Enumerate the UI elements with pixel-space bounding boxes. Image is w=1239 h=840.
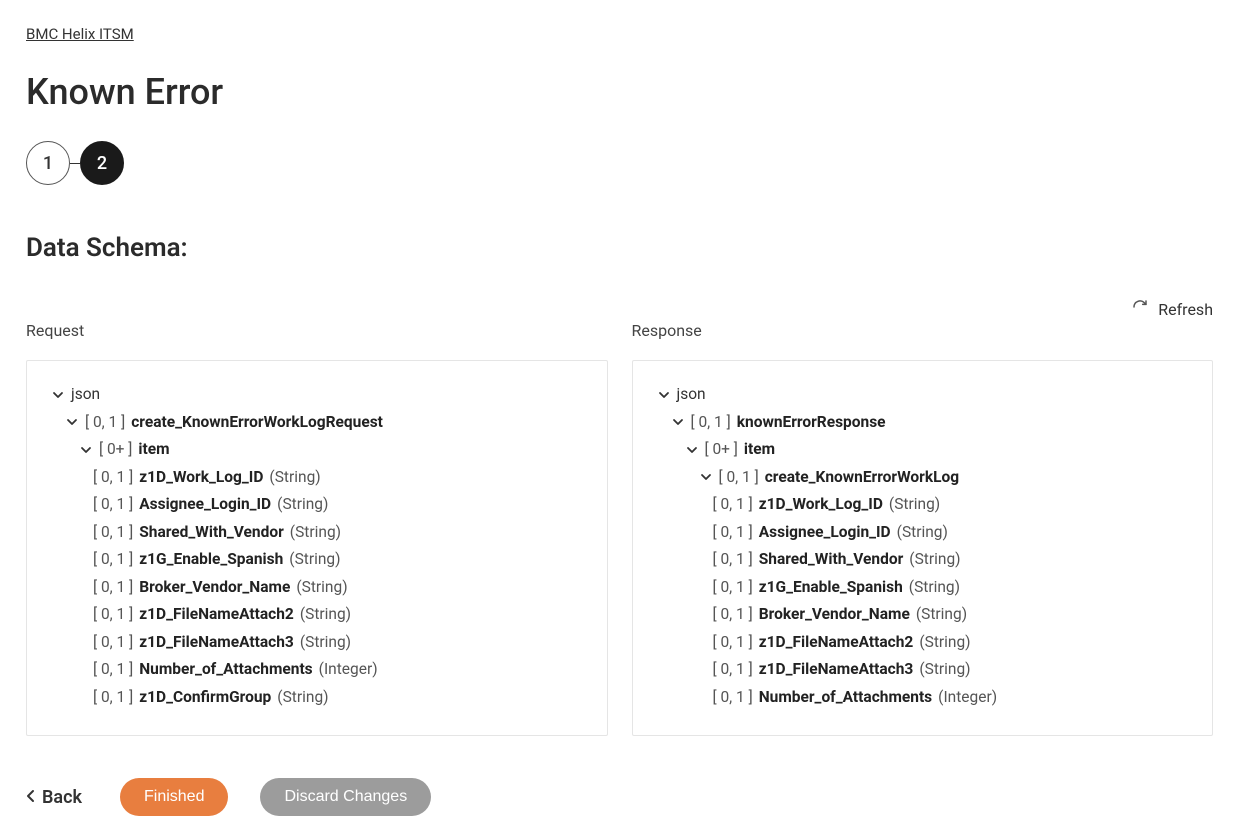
discard-button[interactable]: Discard Changes (260, 778, 431, 816)
chevron-left-icon (26, 787, 36, 808)
tree-leaf[interactable]: [ 0, 1 ] Shared_With_Vendor (String) (51, 519, 583, 547)
response-column: Response json[ 0, 1 ] knownErrorResponse… (632, 321, 1214, 736)
chevron-down-icon[interactable] (657, 389, 671, 401)
tree-leaf[interactable]: [ 0, 1 ] Assignee_Login_ID (String) (51, 491, 583, 519)
chevron-down-icon[interactable] (65, 416, 79, 428)
tree-branch[interactable]: [ 0, 1 ] create_KnownErrorWorkLogRequest (51, 409, 583, 437)
tree-leaf[interactable]: [ 0, 1 ] z1D_FileNameAttach2 (String) (657, 629, 1189, 657)
section-title: Data Schema: (26, 233, 1213, 263)
tree-leaf[interactable]: [ 0, 1 ] z1D_Work_Log_ID (String) (657, 491, 1189, 519)
tree-leaf[interactable]: [ 0, 1 ] z1G_Enable_Spanish (String) (657, 574, 1189, 602)
tree-leaf[interactable]: [ 0, 1 ] z1D_FileNameAttach3 (String) (657, 656, 1189, 684)
request-label: Request (26, 321, 608, 340)
breadcrumb-link[interactable]: BMC Helix ITSM (26, 25, 134, 43)
chevron-down-icon[interactable] (79, 444, 93, 456)
tree-branch[interactable]: [ 0+ ] item (657, 436, 1189, 464)
back-label: Back (42, 787, 82, 808)
tree-leaf[interactable]: [ 0, 1 ] Shared_With_Vendor (String) (657, 546, 1189, 574)
chevron-down-icon[interactable] (699, 471, 713, 483)
request-column: Request json[ 0, 1 ] create_KnownErrorWo… (26, 321, 608, 736)
response-panel: json[ 0, 1 ] knownErrorResponse[ 0+ ] it… (632, 360, 1214, 736)
tree-leaf[interactable]: [ 0, 1 ] Number_of_Attachments (Integer) (51, 656, 583, 684)
tree-leaf[interactable]: [ 0, 1 ] Broker_Vendor_Name (String) (51, 574, 583, 602)
refresh-icon (1132, 299, 1148, 319)
page-title: Known Error (26, 71, 1213, 113)
finished-button[interactable]: Finished (120, 778, 228, 816)
response-label: Response (632, 321, 1214, 340)
tree-leaf[interactable]: [ 0, 1 ] z1D_FileNameAttach3 (String) (51, 629, 583, 657)
tree-branch[interactable]: [ 0, 1 ] knownErrorResponse (657, 409, 1189, 437)
step-2[interactable]: 2 (80, 141, 124, 185)
chevron-down-icon[interactable] (685, 444, 699, 456)
back-button[interactable]: Back (26, 787, 82, 808)
tree-root[interactable]: json (657, 381, 1189, 409)
tree-root[interactable]: json (51, 381, 583, 409)
request-panel: json[ 0, 1 ] create_KnownErrorWorkLogReq… (26, 360, 608, 736)
tree-leaf[interactable]: [ 0, 1 ] z1G_Enable_Spanish (String) (51, 546, 583, 574)
tree-branch[interactable]: [ 0+ ] item (51, 436, 583, 464)
step-1[interactable]: 1 (26, 141, 70, 185)
chevron-down-icon[interactable] (671, 416, 685, 428)
tree-leaf[interactable]: [ 0, 1 ] z1D_Work_Log_ID (String) (51, 464, 583, 492)
refresh-button[interactable]: Refresh (1132, 299, 1213, 319)
tree-leaf[interactable]: [ 0, 1 ] Assignee_Login_ID (String) (657, 519, 1189, 547)
step-connector (70, 163, 80, 164)
stepper: 1 2 (26, 141, 1213, 185)
tree-leaf[interactable]: [ 0, 1 ] z1D_FileNameAttach2 (String) (51, 601, 583, 629)
tree-branch[interactable]: [ 0, 1 ] create_KnownErrorWorkLog (657, 464, 1189, 492)
tree-leaf[interactable]: [ 0, 1 ] z1D_ConfirmGroup (String) (51, 684, 583, 712)
chevron-down-icon[interactable] (51, 389, 65, 401)
tree-leaf[interactable]: [ 0, 1 ] Number_of_Attachments (Integer) (657, 684, 1189, 712)
tree-leaf[interactable]: [ 0, 1 ] Broker_Vendor_Name (String) (657, 601, 1189, 629)
refresh-label: Refresh (1158, 300, 1213, 319)
